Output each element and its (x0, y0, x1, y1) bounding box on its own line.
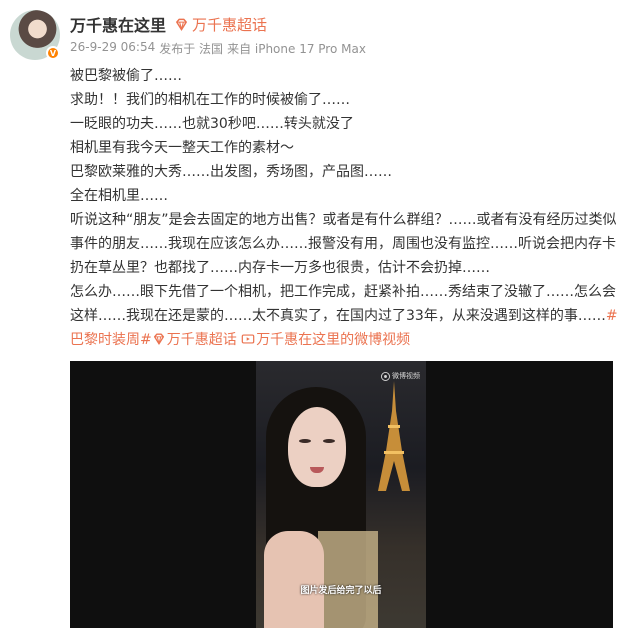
video-subtitle: 图片发后给完了以后 (300, 586, 382, 596)
post-paragraph-text: 怎么办……眼下先借了一个相机，把工作完成，赶紧补拍……秀结束了没辙了……怎么会这… (70, 284, 616, 324)
weibo-logo-icon (381, 371, 390, 381)
person-face (288, 407, 346, 487)
video-frame: 微博视频 图片发后给完了以后 (256, 361, 426, 628)
video-link[interactable]: 万千惠在这里的微博视频 (241, 332, 410, 348)
author-name[interactable]: 万千惠在这里 (70, 12, 166, 36)
post-paragraph-last: 怎么办……眼下先借了一个相机，把工作完成，赶紧补拍……秀结束了没辙了……怎么会这… (70, 280, 618, 352)
video-player[interactable]: 微博视频 图片发后给完了以后 (70, 361, 613, 628)
video-watermark-text: 微博视频 (392, 372, 420, 380)
person-hand (264, 531, 324, 628)
bouquet (318, 531, 378, 628)
topic-link[interactable]: 万千惠超话 (152, 332, 237, 348)
super-topic-label: 万千惠超话 (192, 15, 268, 34)
video-watermark: 微博视频 (381, 371, 420, 381)
post-location: 发布于 法国 (159, 42, 224, 56)
diamond-icon (153, 333, 164, 346)
eiffel-tower-icon (378, 381, 410, 491)
topic-link-label: 万千惠超话 (166, 332, 237, 348)
post-paragraph: 听说这种“朋友”是会去固定的地方出售？或者是有什么群组？……或者有没有经历过类似… (70, 212, 617, 276)
post-paragraph: 巴黎欧莱雅的大秀……出发图，秀场图，产品图…… (70, 164, 392, 180)
post-header: 万千惠在这里 万千惠超话 26-9-29 06:54 发布于 法国 来自 iPh… (70, 12, 614, 57)
post-paragraph: 求助！！我们的相机在工作的时候被偷了…… (70, 92, 350, 108)
diamond-icon (176, 18, 187, 31)
post-paragraph: 相机里有我今天一整天工作的素材～ (70, 140, 294, 156)
super-topic-link[interactable]: 万千惠超话 (174, 14, 267, 35)
post-paragraph: 被巴黎被偷了…… (70, 68, 182, 84)
post-paragraph: 全在相机里…… (70, 188, 168, 204)
post-content: 被巴黎被偷了…… 求助！！我们的相机在工作的时候被偷了…… 一眨眼的功夫……也就… (70, 64, 618, 352)
post-timestamp[interactable]: 26-9-29 06:54 (70, 40, 155, 57)
video-icon (241, 334, 255, 344)
post-device: 来自 iPhone 17 Pro Max (227, 42, 366, 56)
video-link-label: 万千惠在这里的微博视频 (256, 332, 411, 348)
verified-badge-icon: V (46, 46, 60, 60)
post-paragraph: 一眨眼的功夫……也就30秒吧……转头就没了 (70, 116, 354, 132)
